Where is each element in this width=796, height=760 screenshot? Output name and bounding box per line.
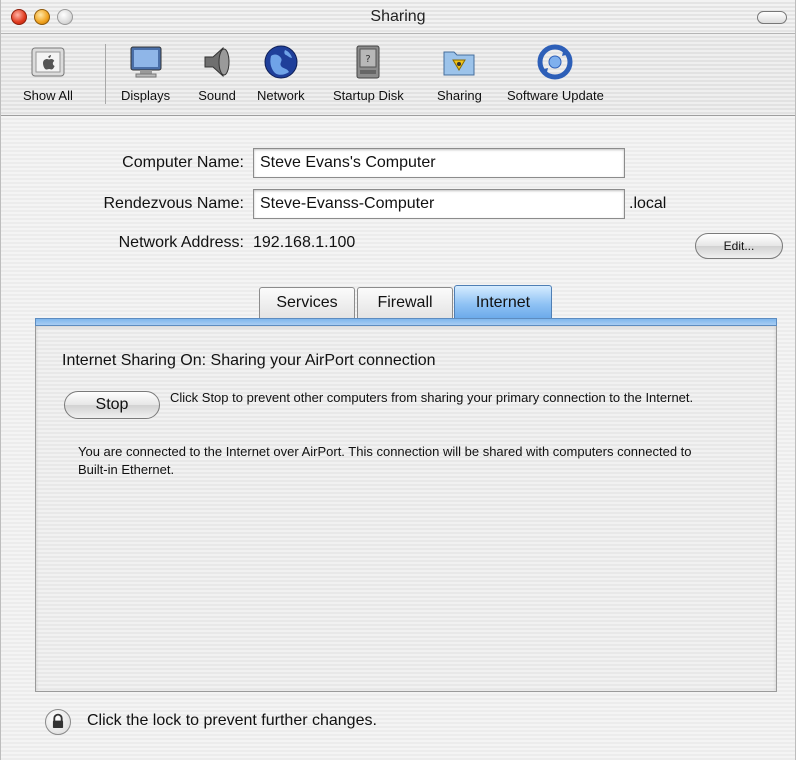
toolbar-item-label: Sound	[198, 88, 236, 103]
toolbar-item-label: Displays	[121, 88, 171, 103]
svg-text:?: ?	[366, 54, 371, 65]
toolbar-item-label: Network	[257, 88, 305, 103]
globe-icon	[264, 45, 298, 79]
tab-services[interactable]: Services	[259, 287, 355, 319]
toolbar-separator	[105, 44, 106, 104]
display-icon	[130, 46, 162, 78]
preferences-toolbar: Show All Displays Sound Network ? Startu…	[1, 34, 795, 116]
toolbar-item-software-update[interactable]: Software Update	[507, 42, 604, 103]
rendezvous-name-field[interactable]	[253, 189, 625, 219]
computer-name-field[interactable]	[253, 148, 625, 178]
rendezvous-domain-suffix: .local	[629, 195, 667, 212]
disk-icon: ?	[356, 45, 380, 79]
computer-name-label: Computer Name:	[122, 154, 244, 171]
sharing-folder-icon	[443, 51, 475, 76]
lock-icon	[52, 713, 64, 728]
toolbar-item-show-all[interactable]: Show All	[23, 42, 73, 103]
toolbar-toggle-button[interactable]	[757, 11, 787, 24]
network-address-label: Network Address:	[118, 234, 244, 251]
toolbar-item-label: Software Update	[507, 88, 604, 103]
toolbar-item-sharing[interactable]: Sharing	[437, 42, 482, 103]
sharing-status-heading: Internet Sharing On: Sharing your AirPor…	[62, 352, 436, 369]
toolbar-item-displays[interactable]: Displays	[121, 42, 170, 103]
tab-bar-strip	[35, 318, 777, 326]
toolbar-item-label: Startup Disk	[333, 88, 404, 103]
lock-button[interactable]	[45, 709, 71, 735]
title-bar: Sharing	[1, 0, 795, 34]
speaker-icon	[204, 46, 230, 78]
toolbar-item-startup-disk[interactable]: ? Startup Disk	[333, 42, 404, 103]
toolbar-item-sound[interactable]: Sound	[197, 42, 237, 103]
network-address-value: 192.168.1.100	[253, 234, 356, 251]
window-title: Sharing	[370, 8, 426, 25]
toolbar-item-network[interactable]: Network	[257, 42, 305, 103]
lock-status-text: Click the lock to prevent further change…	[87, 712, 377, 729]
stop-description: Click Stop to prevent other computers fr…	[170, 390, 694, 405]
sharing-window: Sharing Show All Displays Sound Network …	[0, 0, 796, 760]
connection-info-text: You are connected to the Internet over A…	[78, 444, 692, 477]
apple-icon	[31, 47, 65, 77]
edit-button[interactable]: Edit...	[695, 233, 783, 259]
software-update-icon	[537, 44, 573, 80]
toolbar-item-label: Sharing	[437, 88, 482, 103]
rendezvous-name-label: Rendezvous Name:	[103, 195, 244, 212]
stop-button[interactable]: Stop	[64, 391, 160, 419]
toolbar-item-label: Show All	[23, 88, 73, 103]
internet-sharing-panel: Internet Sharing On: Sharing your AirPor…	[35, 326, 777, 692]
tab-firewall[interactable]: Firewall	[357, 287, 453, 319]
tab-internet[interactable]: Internet	[454, 285, 552, 319]
